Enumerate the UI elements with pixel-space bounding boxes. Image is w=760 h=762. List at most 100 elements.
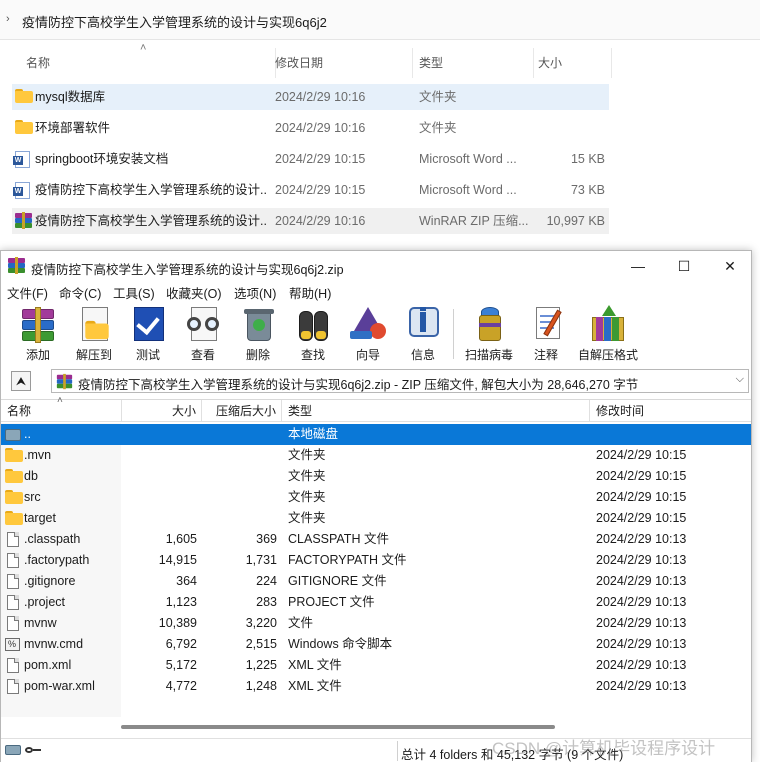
row-size: 14,915 <box>158 553 197 567</box>
archive-books-icon <box>18 305 58 343</box>
virus-scan-button[interactable]: 扫描病毒 <box>461 305 517 363</box>
winrar-window: 疫情防控下高校学生入学管理系统的设计与实现6q6j2.zip — ☐ ✕ 文件(… <box>0 250 752 762</box>
table-row[interactable]: .project 1,123 283 PROJECT 文件 2024/2/29 … <box>1 592 751 613</box>
file-explorer-window: › 疫情防控下高校学生入学管理系统的设计与实现6q6j2 ˄ 名称 修改日期 类… <box>0 0 760 250</box>
row-name: pom.xml <box>24 658 72 672</box>
row-type: CLASSPATH 文件 <box>288 532 389 546</box>
info-label: 信息 <box>410 348 435 362</box>
col-type[interactable]: 类型 <box>282 400 590 422</box>
explorer-col-name[interactable]: 名称 <box>26 48 276 78</box>
path-bar: ⮝ 疫情防控下高校学生入学管理系统的设计与实现6q6j2.zip - ZIP 压… <box>1 367 751 395</box>
row-modified: 2024/2/29 10:13 <box>596 595 687 609</box>
winrar-archive-icon <box>56 373 73 390</box>
row-type: 文件夹 <box>288 469 326 483</box>
explorer-column-header: ˄ 名称 修改日期 类型 大小 <box>12 42 612 78</box>
row-packed: 283 <box>256 595 277 609</box>
menu-bar: 文件(F) 命令(C) 工具(S) 收藏夹(O) 选项(N) 帮助(H) <box>1 281 751 301</box>
col-packed-size[interactable]: 压缩后大小 <box>202 400 282 422</box>
row-modified: 2024/2/29 10:13 <box>596 658 687 672</box>
file-icon <box>7 595 19 610</box>
explorer-row[interactable]: W springboot环境安装文档 2024/2/29 10:15 Micro… <box>12 146 609 172</box>
table-row[interactable]: pom-war.xml 4,772 1,248 XML 文件 2024/2/29… <box>1 676 751 697</box>
extract-to-button[interactable]: 解压到 <box>69 305 119 363</box>
explorer-row-type: Microsoft Word ... <box>419 152 517 166</box>
explorer-col-size[interactable]: 大小 <box>538 48 612 78</box>
add-button[interactable]: 添加 <box>13 305 63 363</box>
virus-scan-label: 扫描病毒 <box>464 348 513 362</box>
sfx-button[interactable]: 自解压格式 <box>576 305 640 363</box>
table-row[interactable]: .mvn 文件夹 2024/2/29 10:15 <box>1 445 751 466</box>
table-row[interactable]: mvnw.cmd 6,792 2,515 Windows 命令脚本 2024/2… <box>1 634 751 655</box>
row-type: 文件夹 <box>288 448 326 462</box>
menu-commands[interactable]: 命令(C) <box>59 283 101 302</box>
row-type: XML 文件 <box>288 658 342 672</box>
folder-icon <box>5 490 23 504</box>
winrar-title-bar[interactable]: 疫情防控下高校学生入学管理系统的设计与实现6q6j2.zip — ☐ ✕ <box>1 251 751 281</box>
row-type: 文件夹 <box>288 490 326 504</box>
find-button[interactable]: 查找 <box>288 305 338 363</box>
row-size: 1,123 <box>165 595 197 609</box>
row-modified: 2024/2/29 10:13 <box>596 532 687 546</box>
delete-button[interactable]: 删除 <box>233 305 283 363</box>
row-name: mvnw <box>24 616 57 630</box>
minimize-button[interactable]: — <box>615 251 661 281</box>
explorer-address-bar[interactable]: › 疫情防控下高校学生入学管理系统的设计与实现6q6j2 <box>0 0 760 40</box>
word-doc-icon: W <box>13 151 30 168</box>
test-button[interactable]: 测试 <box>123 305 173 363</box>
row-name: target <box>24 511 56 525</box>
drive-key-icon[interactable] <box>5 744 41 756</box>
col-name[interactable]: 名称 <box>1 400 122 422</box>
chevron-right-icon[interactable]: › <box>6 13 10 25</box>
view-button[interactable]: 查看 <box>178 305 228 363</box>
explorer-col-type[interactable]: 类型 <box>419 48 534 78</box>
table-row[interactable]: mvnw 10,389 3,220 文件 2024/2/29 10:13 <box>1 613 751 634</box>
explorer-row-size: 10,997 KB <box>546 214 605 228</box>
menu-file[interactable]: 文件(F) <box>7 283 48 302</box>
sfx-label: 自解压格式 <box>577 348 638 362</box>
row-type: FACTORYPATH 文件 <box>288 553 407 567</box>
comment-button[interactable]: 注释 <box>523 305 569 363</box>
table-row[interactable]: .. 本地磁盘 <box>1 424 751 445</box>
table-row[interactable]: src 文件夹 2024/2/29 10:15 <box>1 487 751 508</box>
row-size: 5,172 <box>165 658 197 672</box>
up-folder-button[interactable]: ⮝ <box>11 371 31 391</box>
wizard-button[interactable]: 向导 <box>343 305 393 363</box>
table-row[interactable]: db 文件夹 2024/2/29 10:15 <box>1 466 751 487</box>
table-row[interactable]: .factorypath 14,915 1,731 FACTORYPATH 文件… <box>1 550 751 571</box>
extract-folder-icon <box>74 305 114 343</box>
col-modified[interactable]: 修改时间 <box>590 400 751 422</box>
row-packed: 224 <box>256 574 277 588</box>
file-icon <box>7 532 19 547</box>
table-row[interactable]: target 文件夹 2024/2/29 10:15 <box>1 508 751 529</box>
explorer-row-modified: 2024/2/29 10:16 <box>275 90 366 104</box>
view-label: 查看 <box>190 348 215 362</box>
menu-tools[interactable]: 工具(S) <box>113 283 155 302</box>
menu-help[interactable]: 帮助(H) <box>289 283 331 302</box>
info-icon <box>403 305 443 343</box>
window-title: 疫情防控下高校学生入学管理系统的设计与实现6q6j2.zip <box>31 263 344 277</box>
maximize-button[interactable]: ☐ <box>661 251 707 281</box>
table-row[interactable]: pom.xml 5,172 1,225 XML 文件 2024/2/29 10:… <box>1 655 751 676</box>
row-name: .factorypath <box>24 553 90 567</box>
col-size[interactable]: 大小 <box>122 400 202 422</box>
explorer-row[interactable]: W 疫情防控下高校学生入学管理系统的设计... 2024/2/29 10:15 … <box>12 177 609 203</box>
explorer-row[interactable]: 疫情防控下高校学生入学管理系统的设计... 2024/2/29 10:16 Wi… <box>12 208 609 234</box>
table-row[interactable]: .gitignore 364 224 GITIGNORE 文件 2024/2/2… <box>1 571 751 592</box>
row-size: 10,389 <box>158 616 197 630</box>
row-packed: 2,515 <box>245 637 277 651</box>
row-modified: 2024/2/29 10:13 <box>596 679 687 693</box>
chevron-down-icon[interactable]: ⌵ <box>736 373 744 386</box>
row-modified: 2024/2/29 10:13 <box>596 637 687 651</box>
archive-path-dropdown[interactable]: 疫情防控下高校学生入学管理系统的设计与实现6q6j2.zip - ZIP 压缩文… <box>51 369 749 393</box>
info-button[interactable]: 信息 <box>398 305 448 363</box>
explorer-col-modified[interactable]: 修改日期 <box>275 48 413 78</box>
table-row[interactable]: .classpath 1,605 369 CLASSPATH 文件 2024/2… <box>1 529 751 550</box>
explorer-row[interactable]: mysql数据库 2024/2/29 10:16 文件夹 <box>12 84 609 110</box>
menu-options[interactable]: 选项(N) <box>234 283 276 302</box>
scrollbar-thumb[interactable] <box>121 725 555 729</box>
close-button[interactable]: ✕ <box>707 251 753 281</box>
menu-favorites[interactable]: 收藏夹(O) <box>166 283 222 302</box>
row-modified: 2024/2/29 10:15 <box>596 490 687 504</box>
explorer-row-modified: 2024/2/29 10:15 <box>275 152 366 166</box>
explorer-row[interactable]: 环境部署软件 2024/2/29 10:16 文件夹 <box>12 115 609 141</box>
